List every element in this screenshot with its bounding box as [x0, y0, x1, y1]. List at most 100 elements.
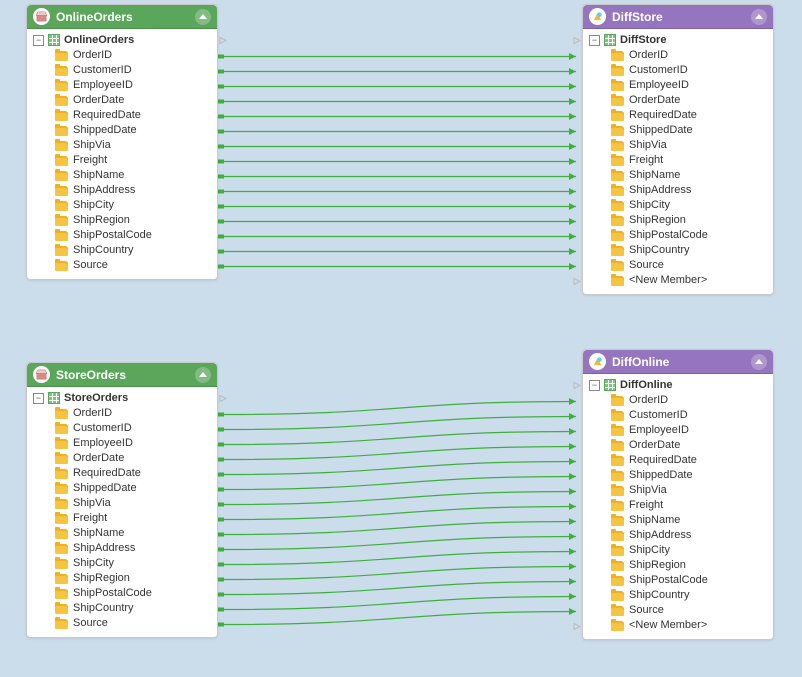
node-diff-store[interactable]: DiffStore − DiffStore OrderIDCustomerIDE… — [582, 4, 774, 295]
field-row[interactable]: ShipAddress — [31, 183, 213, 198]
field-row[interactable]: CustomerID — [31, 421, 213, 436]
field-row[interactable]: CustomerID — [587, 408, 769, 423]
field-row[interactable]: EmployeeID — [587, 78, 769, 93]
root-row[interactable]: − DiffStore — [587, 33, 769, 48]
field-row[interactable]: CustomerID — [31, 63, 213, 78]
node-header-online-orders[interactable]: OnlineOrders — [27, 5, 217, 29]
tree-toggle-icon[interactable]: − — [33, 393, 44, 404]
field-row[interactable]: ShipVia — [31, 496, 213, 511]
field-row[interactable]: ShipRegion — [31, 571, 213, 586]
field-row[interactable]: <New Member> — [587, 273, 769, 288]
field-row[interactable]: ShippedDate — [587, 123, 769, 138]
field-label: ShippedDate — [629, 123, 693, 138]
field-row[interactable]: RequiredDate — [587, 108, 769, 123]
node-online-orders[interactable]: OnlineOrders − OnlineOrders OrderIDCusto… — [26, 4, 218, 280]
field-row[interactable]: OrderDate — [587, 93, 769, 108]
field-row[interactable]: ShippedDate — [587, 468, 769, 483]
folder-icon — [611, 591, 624, 601]
field-row[interactable]: ShipVia — [587, 483, 769, 498]
field-row[interactable]: Source — [587, 258, 769, 273]
field-row[interactable]: Source — [31, 258, 213, 273]
field-row[interactable]: OrderDate — [31, 93, 213, 108]
folder-icon — [611, 276, 624, 286]
field-row[interactable]: Freight — [31, 511, 213, 526]
field-row[interactable]: EmployeeID — [31, 78, 213, 93]
field-row[interactable]: ShipCountry — [31, 601, 213, 616]
field-label: CustomerID — [629, 408, 688, 423]
field-row[interactable]: ShipCity — [587, 198, 769, 213]
field-row[interactable]: ShipPostalCode — [31, 228, 213, 243]
folder-icon — [611, 201, 624, 211]
folder-icon — [55, 126, 68, 136]
node-diff-online[interactable]: DiffOnline − DiffOnline OrderIDCustomerI… — [582, 349, 774, 640]
root-row[interactable]: − OnlineOrders — [31, 33, 213, 48]
field-row[interactable]: Freight — [587, 498, 769, 513]
field-row[interactable]: ShipRegion — [31, 213, 213, 228]
field-row[interactable]: ShipPostalCode — [31, 586, 213, 601]
field-label: Freight — [629, 498, 663, 513]
field-label: CustomerID — [629, 63, 688, 78]
field-label: OrderDate — [629, 93, 680, 108]
field-row[interactable]: ShipRegion — [587, 558, 769, 573]
field-row[interactable]: EmployeeID — [31, 436, 213, 451]
field-row[interactable]: ShipVia — [31, 138, 213, 153]
collapse-icon[interactable] — [195, 9, 211, 25]
field-row[interactable]: OrderID — [31, 406, 213, 421]
node-header-store-orders[interactable]: StoreOrders — [27, 363, 217, 387]
field-row[interactable]: ShipAddress — [587, 528, 769, 543]
field-label: ShipRegion — [629, 558, 686, 573]
field-row[interactable]: ShipVia — [587, 138, 769, 153]
node-store-orders[interactable]: StoreOrders − StoreOrders OrderIDCustome… — [26, 362, 218, 638]
field-row[interactable]: <New Member> — [587, 618, 769, 633]
field-row[interactable]: OrderID — [587, 393, 769, 408]
field-row[interactable]: CustomerID — [587, 63, 769, 78]
field-row[interactable]: ShippedDate — [31, 123, 213, 138]
field-row[interactable]: ShipAddress — [587, 183, 769, 198]
field-row[interactable]: OrderDate — [587, 438, 769, 453]
root-row[interactable]: − DiffOnline — [587, 378, 769, 393]
field-row[interactable]: RequiredDate — [587, 453, 769, 468]
tree-toggle-icon[interactable]: − — [589, 380, 600, 391]
tree-toggle-icon[interactable]: − — [589, 35, 600, 46]
field-row[interactable]: ShipName — [31, 526, 213, 541]
field-row[interactable]: ShipCountry — [31, 243, 213, 258]
field-row[interactable]: Source — [31, 616, 213, 631]
collapse-icon[interactable] — [751, 354, 767, 370]
field-row[interactable]: Freight — [587, 153, 769, 168]
field-row[interactable]: OrderID — [587, 48, 769, 63]
field-label: RequiredDate — [73, 108, 141, 123]
tree-toggle-icon[interactable]: − — [33, 35, 44, 46]
field-label: ShipName — [73, 526, 124, 541]
node-header-diff-online[interactable]: DiffOnline — [583, 350, 773, 374]
field-row[interactable]: OrderID — [31, 48, 213, 63]
field-row[interactable]: Freight — [31, 153, 213, 168]
field-row[interactable]: ShipName — [587, 168, 769, 183]
folder-icon — [611, 516, 624, 526]
field-row[interactable]: ShipPostalCode — [587, 228, 769, 243]
field-row[interactable]: ShipAddress — [31, 541, 213, 556]
field-row[interactable]: ShippedDate — [31, 481, 213, 496]
field-row[interactable]: OrderDate — [31, 451, 213, 466]
field-row[interactable]: ShipCity — [587, 543, 769, 558]
field-label: OrderID — [629, 393, 668, 408]
field-row[interactable]: ShipCountry — [587, 588, 769, 603]
field-label: Source — [629, 258, 664, 273]
field-row[interactable]: ShipName — [31, 168, 213, 183]
field-row[interactable]: ShipCountry — [587, 243, 769, 258]
field-row[interactable]: ShipCity — [31, 198, 213, 213]
field-row[interactable]: RequiredDate — [31, 108, 213, 123]
field-row[interactable]: ShipRegion — [587, 213, 769, 228]
collapse-icon[interactable] — [751, 9, 767, 25]
folder-icon — [611, 441, 624, 451]
field-row[interactable]: ShipName — [587, 513, 769, 528]
root-row[interactable]: − StoreOrders — [31, 391, 213, 406]
field-label: OrderDate — [73, 451, 124, 466]
field-row[interactable]: Source — [587, 603, 769, 618]
field-row[interactable]: RequiredDate — [31, 466, 213, 481]
field-row[interactable]: ShipCity — [31, 556, 213, 571]
field-label: Source — [73, 616, 108, 631]
node-header-diff-store[interactable]: DiffStore — [583, 5, 773, 29]
collapse-icon[interactable] — [195, 367, 211, 383]
field-row[interactable]: ShipPostalCode — [587, 573, 769, 588]
field-row[interactable]: EmployeeID — [587, 423, 769, 438]
